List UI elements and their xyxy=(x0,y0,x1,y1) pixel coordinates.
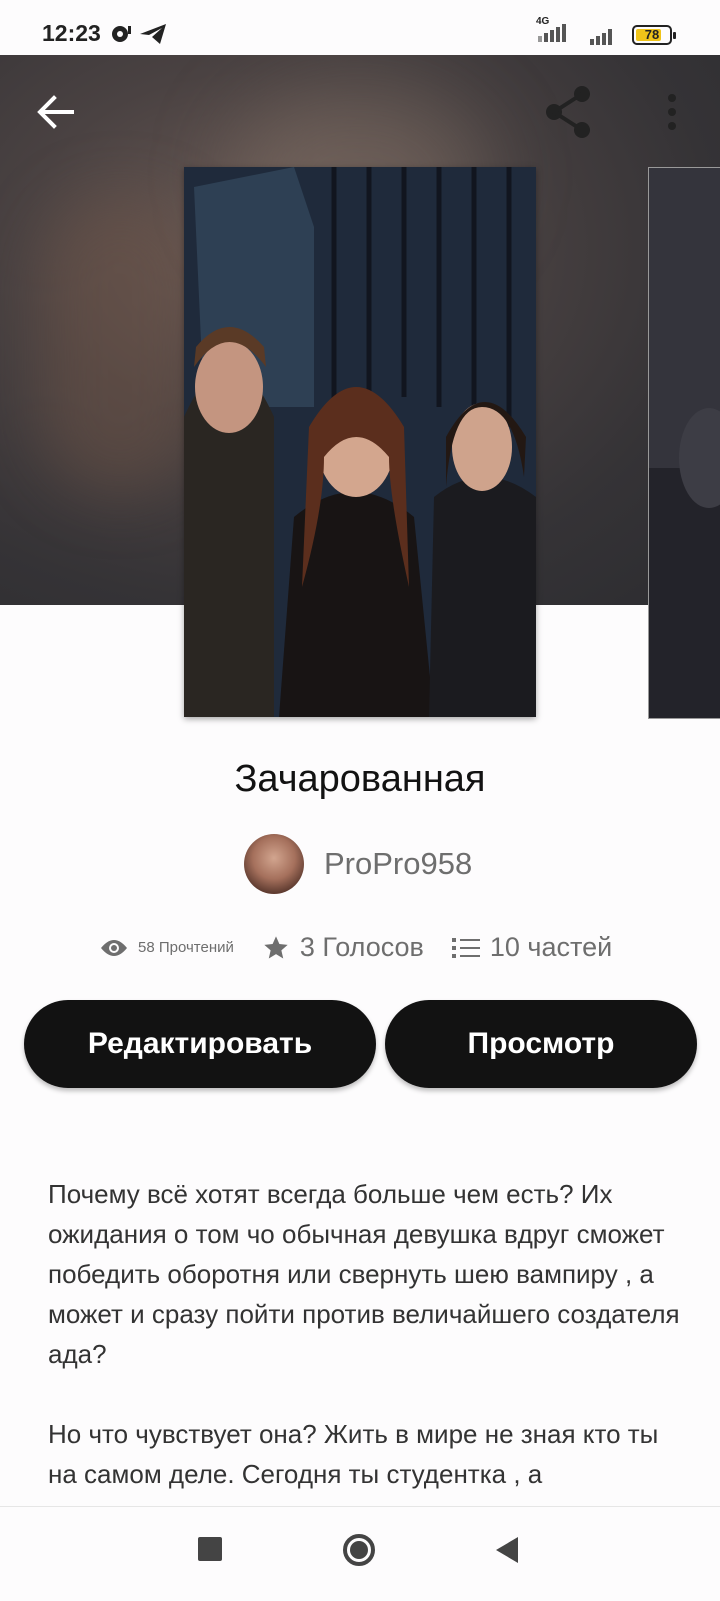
more-options-button[interactable] xyxy=(660,92,684,132)
system-nav-bar xyxy=(0,1506,720,1601)
recents-button[interactable] xyxy=(198,1537,222,1561)
status-time: 12:23 xyxy=(42,20,101,46)
arrow-left-icon xyxy=(37,95,74,129)
star-icon xyxy=(264,935,288,958)
next-story-cover[interactable] xyxy=(648,167,720,719)
telegram-icon xyxy=(112,24,166,44)
story-stats: 58 Прочтений 3 Голосов 10 частей xyxy=(100,932,612,963)
author-link[interactable]: ProPro958 xyxy=(244,834,472,894)
parts-stat: 10 частей xyxy=(451,932,613,963)
battery-nub xyxy=(673,31,676,39)
story-cover[interactable] xyxy=(184,167,536,717)
votes-stat: 3 Голосов xyxy=(262,932,424,963)
author-name[interactable]: ProPro958 xyxy=(324,846,472,882)
description-paragraph: Почему всё хотят всегда больше чем есть?… xyxy=(48,1179,680,1369)
notification-icons xyxy=(110,22,170,51)
reads-stat: 58 Прочтений xyxy=(100,938,234,958)
cover-image xyxy=(184,167,536,717)
signal-icon-2 xyxy=(590,28,612,45)
story-description: Почему всё хотят всегда больше чем есть?… xyxy=(48,1174,688,1534)
share-button[interactable] xyxy=(544,84,594,140)
status-bar: 12:23 4G 78 xyxy=(0,0,720,55)
status-right: 4G 78 xyxy=(534,16,676,49)
author-avatar[interactable] xyxy=(244,834,304,894)
eye-icon xyxy=(101,939,127,956)
votes-count: 3 Голосов xyxy=(299,932,424,962)
battery-icon: 78 xyxy=(632,24,676,45)
back-button[interactable] xyxy=(36,92,76,132)
list-icon xyxy=(451,937,480,958)
signal-icon: 4G xyxy=(534,16,574,49)
share-icon xyxy=(546,86,590,138)
cover-image xyxy=(649,168,720,718)
story-title: Зачарованная xyxy=(234,758,486,800)
reads-count: 58 Прочтений xyxy=(138,939,234,956)
description-paragraph: Но что чувствует она? Жить в мире не зна… xyxy=(48,1419,659,1489)
network-type: 4G xyxy=(536,16,550,27)
edit-button[interactable]: Редактировать xyxy=(24,1000,376,1088)
more-vertical-icon xyxy=(668,94,676,130)
parts-count: 10 частей xyxy=(489,932,613,962)
system-back-button[interactable] xyxy=(494,1535,520,1565)
hero-blur xyxy=(40,195,200,495)
battery-level: 78 xyxy=(644,26,660,42)
view-button[interactable]: Просмотр xyxy=(385,1000,697,1088)
home-button[interactable] xyxy=(342,1533,376,1567)
